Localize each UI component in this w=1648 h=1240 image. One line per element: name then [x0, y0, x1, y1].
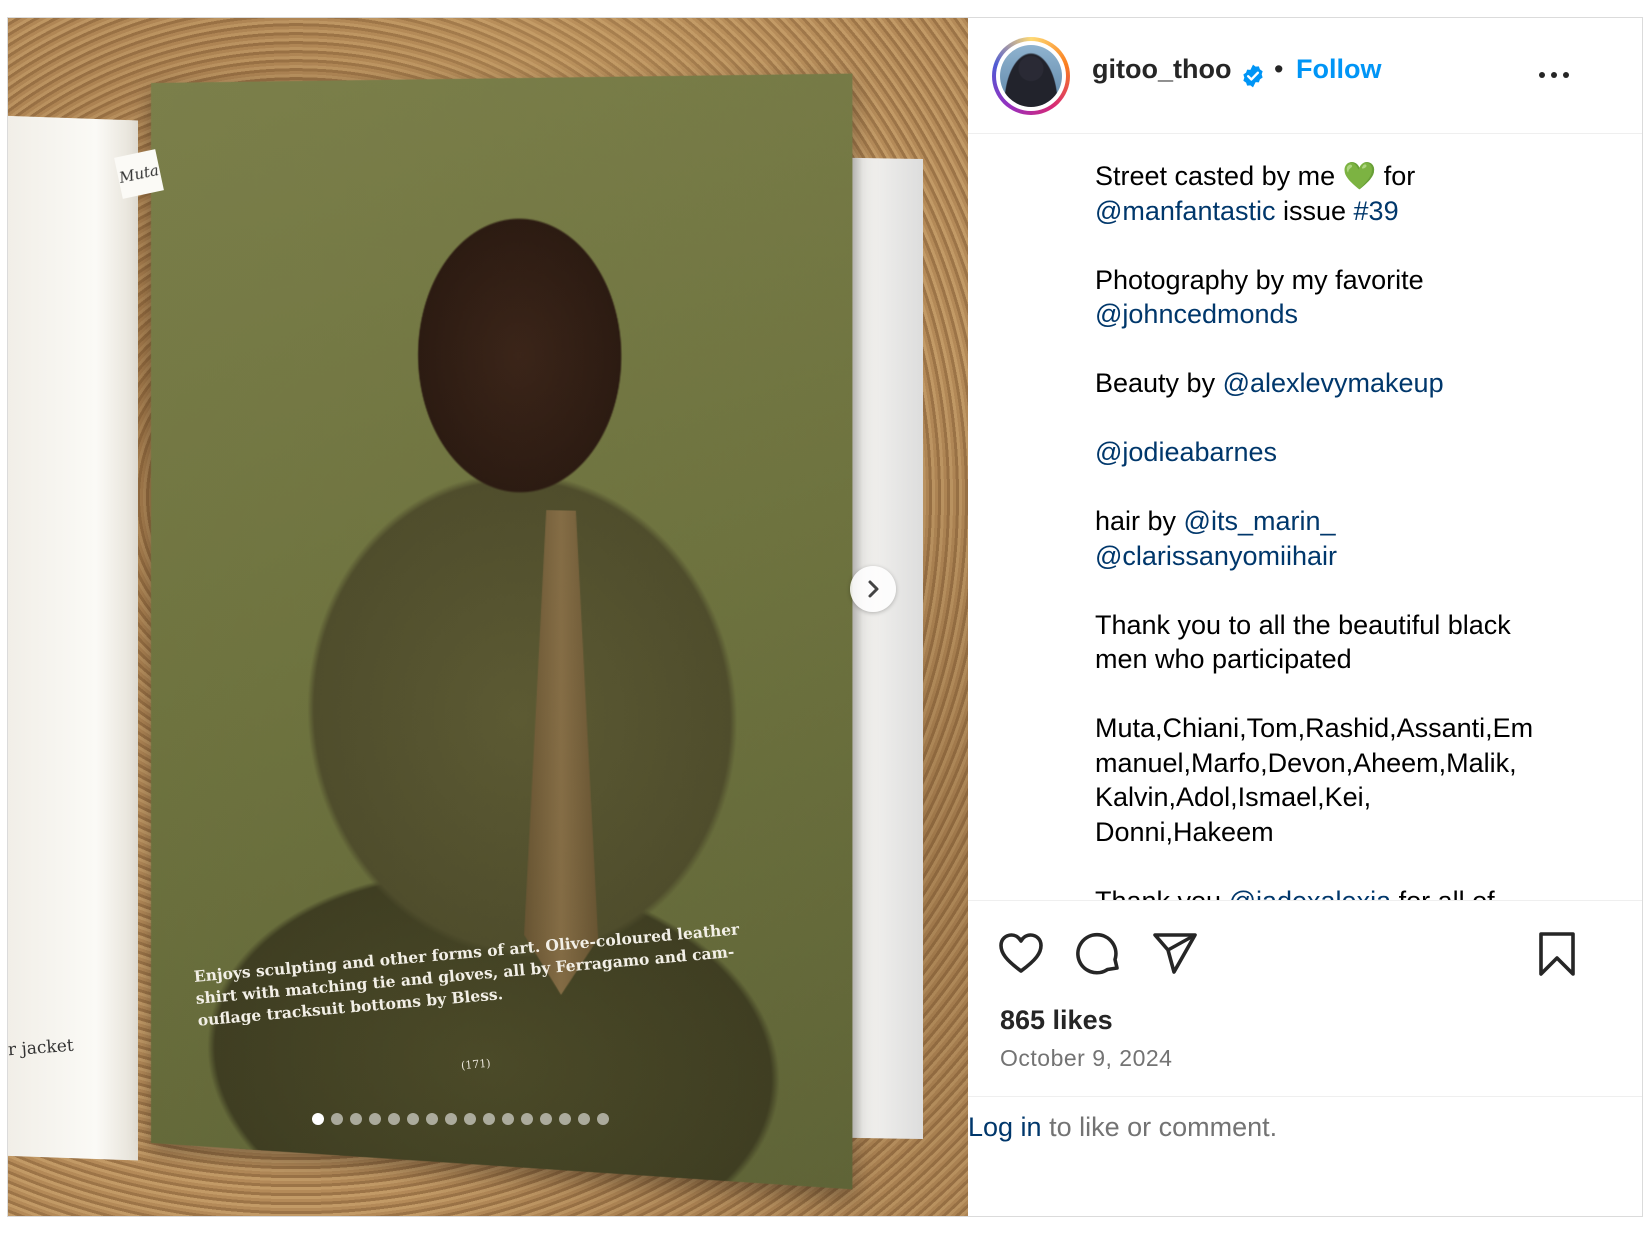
caption-paragraph: Beauty by @alexlevymakeup — [1095, 368, 1444, 398]
action-bar: 865 likes October 9, 2024 Log in to like… — [968, 900, 1642, 1217]
carousel-dot — [502, 1113, 514, 1125]
magazine-name-tab: Muta — [114, 149, 164, 199]
carousel-dot — [350, 1113, 362, 1125]
carousel-dot — [445, 1113, 457, 1125]
caption-paragraph: Muta,Chiani,Tom,Rashid,Assanti,Em manuel… — [1095, 713, 1534, 847]
carousel-dot — [540, 1113, 552, 1125]
tie-shape — [524, 510, 598, 997]
green-heart-emoji: 💚 — [1342, 161, 1377, 191]
carousel-dot — [464, 1113, 476, 1125]
carousel-dot — [426, 1113, 438, 1125]
username[interactable]: gitoo_thoo — [1092, 54, 1231, 85]
carousel-dot — [407, 1113, 419, 1125]
carousel-dot — [331, 1113, 343, 1125]
mention-link[interactable]: @jodieabarnes — [1095, 437, 1277, 467]
more-options-icon[interactable] — [1534, 60, 1574, 90]
follow-button[interactable]: Follow — [1296, 54, 1381, 85]
caption-paragraph: @jodieabarnes — [1095, 435, 1615, 470]
carousel-dot — [369, 1113, 381, 1125]
chevron-right-icon — [868, 580, 879, 598]
login-prompt: Log in to like or comment. — [968, 1096, 1642, 1217]
avatar[interactable] — [1000, 45, 1062, 107]
comment-icon[interactable] — [1074, 929, 1124, 979]
mention-link[interactable]: @clarissanyomiihair — [1095, 541, 1337, 571]
story-ring[interactable] — [992, 37, 1070, 115]
mention-link[interactable]: @manfantastic — [1095, 196, 1275, 226]
mention-link[interactable]: @alexlevymakeup — [1223, 368, 1444, 398]
carousel-dot — [578, 1113, 590, 1125]
carousel-dot — [521, 1113, 533, 1125]
carousel-dot — [312, 1113, 324, 1125]
page-number: (171) — [460, 1056, 492, 1073]
carousel-dot — [483, 1113, 495, 1125]
caption-area[interactable]: Street casted by me 💚 for @manfantastic … — [968, 134, 1642, 900]
post-date[interactable]: October 9, 2024 — [1000, 1045, 1172, 1072]
likes-count[interactable]: 865 likes — [1000, 1005, 1113, 1036]
caption-paragraph: Photography by my favorite @johncedmonds — [1095, 264, 1424, 330]
caption-paragraph: Thank you @jadexalexia for all of — [1095, 884, 1615, 901]
bookmark-icon[interactable] — [1532, 929, 1582, 979]
post-media[interactable]: r jacket Muta Enjoys sculpting and other… — [8, 18, 968, 1216]
login-link[interactable]: Log in — [968, 1112, 1042, 1142]
hashtag-link[interactable]: #39 — [1354, 196, 1399, 226]
post-header: gitoo_thoo • Follow — [968, 18, 1642, 134]
mention-link[interactable]: @johncedmonds — [1095, 299, 1298, 329]
carousel-dot — [597, 1113, 609, 1125]
mention-link[interactable]: @jadexalexia — [1229, 886, 1392, 901]
next-image-button[interactable] — [850, 566, 896, 612]
carousel-indicator — [312, 1113, 609, 1125]
magazine-left-page — [8, 115, 138, 1161]
verified-badge-icon — [1243, 64, 1263, 88]
heart-icon[interactable] — [996, 929, 1046, 979]
post-caption: Street casted by me 💚 for @manfantastic … — [1095, 159, 1615, 900]
mention-link[interactable]: @its_marin_ — [1184, 506, 1336, 536]
carousel-dot — [559, 1113, 571, 1125]
caption-paragraph: Street casted by me 💚 for @manfantastic … — [1095, 161, 1416, 226]
post-sidebar: gitoo_thoo • Follow Street casted by me … — [968, 18, 1642, 1216]
carousel-dot — [388, 1113, 400, 1125]
paper-plane-icon[interactable] — [1150, 929, 1200, 979]
separator-dot: • — [1274, 54, 1284, 84]
caption-paragraph: Thank you to all the beautiful black men… — [1095, 609, 1511, 675]
caption-paragraph: hair by @its_marin_ @clarissanyomiihair — [1095, 506, 1337, 571]
login-prompt-text: to like or comment. — [1041, 1112, 1278, 1142]
instagram-post: r jacket Muta Enjoys sculpting and other… — [7, 17, 1643, 1217]
